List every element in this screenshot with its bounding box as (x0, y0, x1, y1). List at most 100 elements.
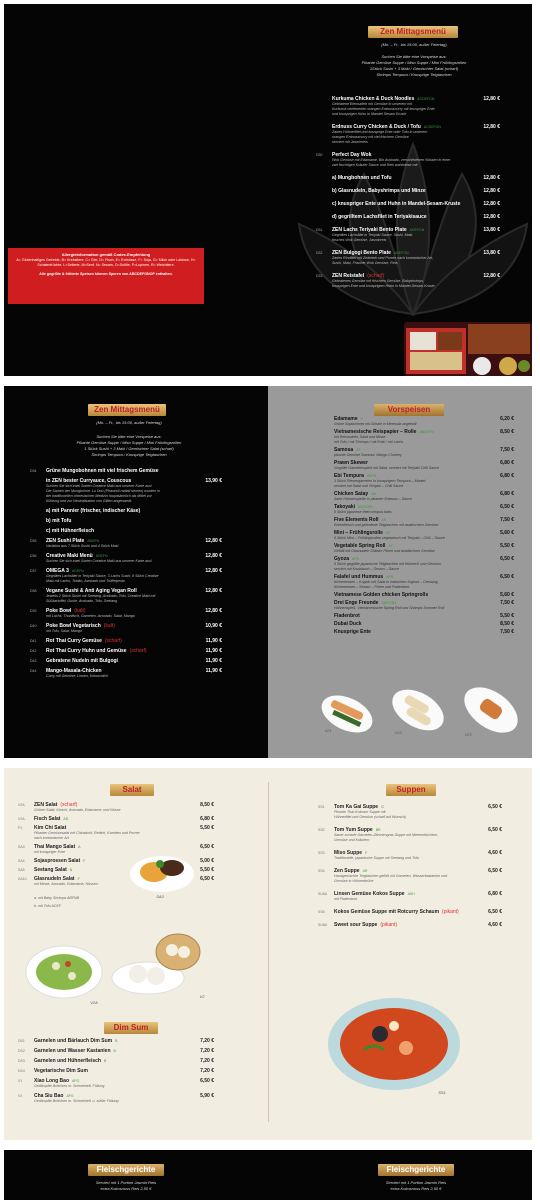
item-description: b. mit Tofu ACEF (34, 904, 62, 908)
item-description: mit Fladenbrot (334, 897, 357, 901)
menu-item: b) Glasnudeln, Babyshrimps und Minze 12,8… (332, 188, 500, 194)
item-description: Suchen Sie sich zwei Sorten Creative Mak… (46, 559, 152, 563)
starter-options-3: Shrimps Tempura / Knusprige Teigtaschen (376, 72, 452, 77)
item-price: 12,80 € (483, 273, 500, 279)
item-allergen-tag: AFN (386, 575, 394, 579)
menu-item: Samosa AF 7,50 € pikante Gemüse Samosa, Man… (334, 447, 514, 458)
photo-label-ss1: SS1 (438, 1090, 446, 1095)
menu-item: b. mit Tofu ACEF (34, 898, 214, 909)
item-description: Kühlung und zur Neutralisation von Gifte… (46, 499, 133, 503)
menu-item: D41 Rot Thai Curry Gemüse (scharf) 11,90 € (30, 638, 222, 644)
menu-item: D42 Rot Thai Curry Huhn und Gemüse (scharf… (30, 648, 222, 654)
item-price: 7,20 € (200, 1048, 214, 1054)
item-description: Curry mit Gemüse, Linsen, Kokosmilch (46, 674, 109, 678)
item-code: DS3 (18, 1059, 25, 1063)
item-allergen-tag: (scharf) (104, 638, 122, 644)
item-code: SS1 (318, 805, 325, 809)
item-allergen-tag: AFG (72, 1079, 80, 1083)
item-price: 7,20 € (200, 1038, 214, 1044)
menu-item: V2A ZEN Salat (scharf) 8,50 € Grüner Salat, … (18, 802, 214, 813)
item-allergen-tag: ABFN (366, 474, 377, 478)
item-name: a) Mungbohnen und Tofu (332, 175, 392, 181)
item-allergen-tag: ADEFN (71, 569, 84, 573)
item-description: knusprigen Ente und knusprigem Huhn in M… (332, 284, 435, 288)
item-price: 6,20 € (500, 416, 514, 422)
item-price: 12,80 € (483, 188, 500, 194)
item-price: 11,90 € (205, 658, 222, 664)
menu-item: a) Mungbohnen und Tofu 12,80 € (332, 175, 500, 181)
item-price: 6,50 € (200, 1078, 214, 1084)
item-code: SS4 (318, 869, 325, 873)
column-divider (268, 782, 269, 1122)
item-price: 12,80 € (483, 175, 500, 181)
item-code: V1 (18, 1079, 23, 1083)
item-allergen-tag: N (69, 868, 73, 872)
item-price: 10,90 € (205, 623, 222, 629)
item-description: Süßkartoffel, Gurke, Avokado, Tofu, Seet… (46, 599, 118, 603)
dimsum-title: Dim Sum (104, 1022, 158, 1034)
item-price: 6,80 € (500, 491, 514, 497)
menu-item: Vietnamese Golden chicken Springrolls 5,6… (334, 592, 514, 598)
item-price: 6,50 € (488, 909, 502, 915)
starter-photo-label-2: V22 (394, 730, 402, 735)
item-description: nach koreanischer Art (34, 836, 69, 840)
item-allergen-tag: AN (371, 492, 377, 496)
item-code: SU6A (318, 892, 328, 896)
item-name: Rot Thai Curry Gemüse (46, 638, 102, 644)
vorspeisen-title: Vorspeisen (374, 404, 444, 416)
item-price: 6,80 € (500, 473, 514, 479)
item-code: DS2 (18, 1049, 25, 1053)
fleisch-sub2-left: extra Kokosnuss Reis 2,50 € (100, 1186, 152, 1191)
lunch-hours-2: (Mo. – Fr., bis 15:00, außer Feiertag) (96, 420, 162, 425)
item-price: 5,60 € (500, 592, 514, 598)
item-code: D32 (316, 251, 323, 255)
item-allergen-tag: ADEFN (87, 539, 100, 543)
item-name: Gebratene Nudeln mit Bulgogi (46, 658, 118, 664)
item-name: Kokos Gemüse Suppe mit Rotcurry Schaum (334, 909, 440, 915)
item-name: Knusprige Ente (334, 629, 371, 635)
menu-item: P1 Kim Chi Salat 5,50 € Pikanter Gemüsesala… (18, 825, 214, 841)
menu-item: SU6A Linsen Gemüse Kokos Suppe ASH 6,80 € mi… (318, 891, 502, 902)
item-name: Grüne Mungobohnen mit viel frischem Gemü… (46, 468, 159, 474)
item-description: Zarte Hühnerspieße in pikanter Erdnuss –… (334, 497, 412, 501)
item-code: DS1 (18, 1039, 25, 1043)
item-code: P1 (18, 826, 23, 830)
item-code: D40 (30, 624, 37, 628)
item-description: serviert mit Salat und Teriyaki – Chili … (334, 484, 404, 488)
menu-item: V2 Cha Siu Bao AFG 5,90 € Gedämpfte Brötchen… (18, 1093, 214, 1104)
item-allergen-tag: AF (356, 448, 361, 452)
item-name: Garnelen und Hühnerfleisch (34, 1058, 101, 1064)
item-description: serviert mit Knoblauch – Sesam – Sauce (334, 567, 399, 571)
menu-item: DS1 Garnelen und Bärlauch Dim Sum B 7,20 € (18, 1038, 214, 1044)
item-description: Maki mit Lachs, Tobiko, Avokado und Trüf… (46, 579, 125, 583)
item-name: c) mit Hühnerfleisch (46, 528, 95, 534)
salad-photo-sa3 (128, 846, 196, 894)
item-description: Gedämpfte Brötchen m. Schweinefl. u. süß… (34, 1099, 119, 1103)
item-code: SS3 (318, 851, 325, 855)
item-name: Vietnamese Golden chicken Springrolls (334, 592, 429, 598)
fleisch-title-right: Fleischgerichte (378, 1164, 454, 1176)
item-allergen-tag: B (103, 1059, 107, 1063)
item-price: 5,50 € (500, 613, 514, 619)
menu-item: Prawn Skewer 6,80 € Gegrillte Garnelenspie… (334, 460, 514, 471)
menu-item: D39 Poke Bowl (kalt) 12,80 € mit Lachs, Thun… (30, 608, 222, 619)
item-name: Garnelen und Bärlauch Dim Sum (34, 1038, 113, 1044)
item-code: SA5 (18, 868, 25, 872)
suppen-title: Suppen (386, 784, 436, 796)
menu-page-lunch-2: Zen Mittagsmenü (Mo. – Fr., bis 15:00, a… (4, 386, 532, 758)
item-price: 12,80 € (483, 214, 500, 220)
menu-item: D38 Vegane Sushi & Anti Aging Vegan Roll 1… (30, 588, 222, 604)
menu-item: D33 ZEN Reistafel (scharf) 12,80 € Gebratene… (316, 273, 500, 289)
item-price: 6,50 € (488, 827, 502, 833)
item-allergen-tag: AD (63, 817, 69, 821)
menu-item: c) mit Hühnerfleisch (46, 528, 222, 534)
item-price: 12,80 € (205, 568, 222, 574)
item-code: SU6A (318, 923, 328, 927)
item-price: 7,50 € (500, 447, 514, 453)
item-name: Fisch Salat (34, 816, 61, 822)
item-name: Sojasprossen Salat (34, 858, 81, 864)
menu-item: SS1 Tom Ka Gai Suppe G 6,50 € Pikante Thai-K… (318, 804, 502, 820)
fleisch-title-left: Fleischgerichte (88, 1164, 164, 1176)
soup-photo-ss1 (324, 986, 464, 1096)
item-description: Gemüse und Kräutern (334, 838, 370, 842)
